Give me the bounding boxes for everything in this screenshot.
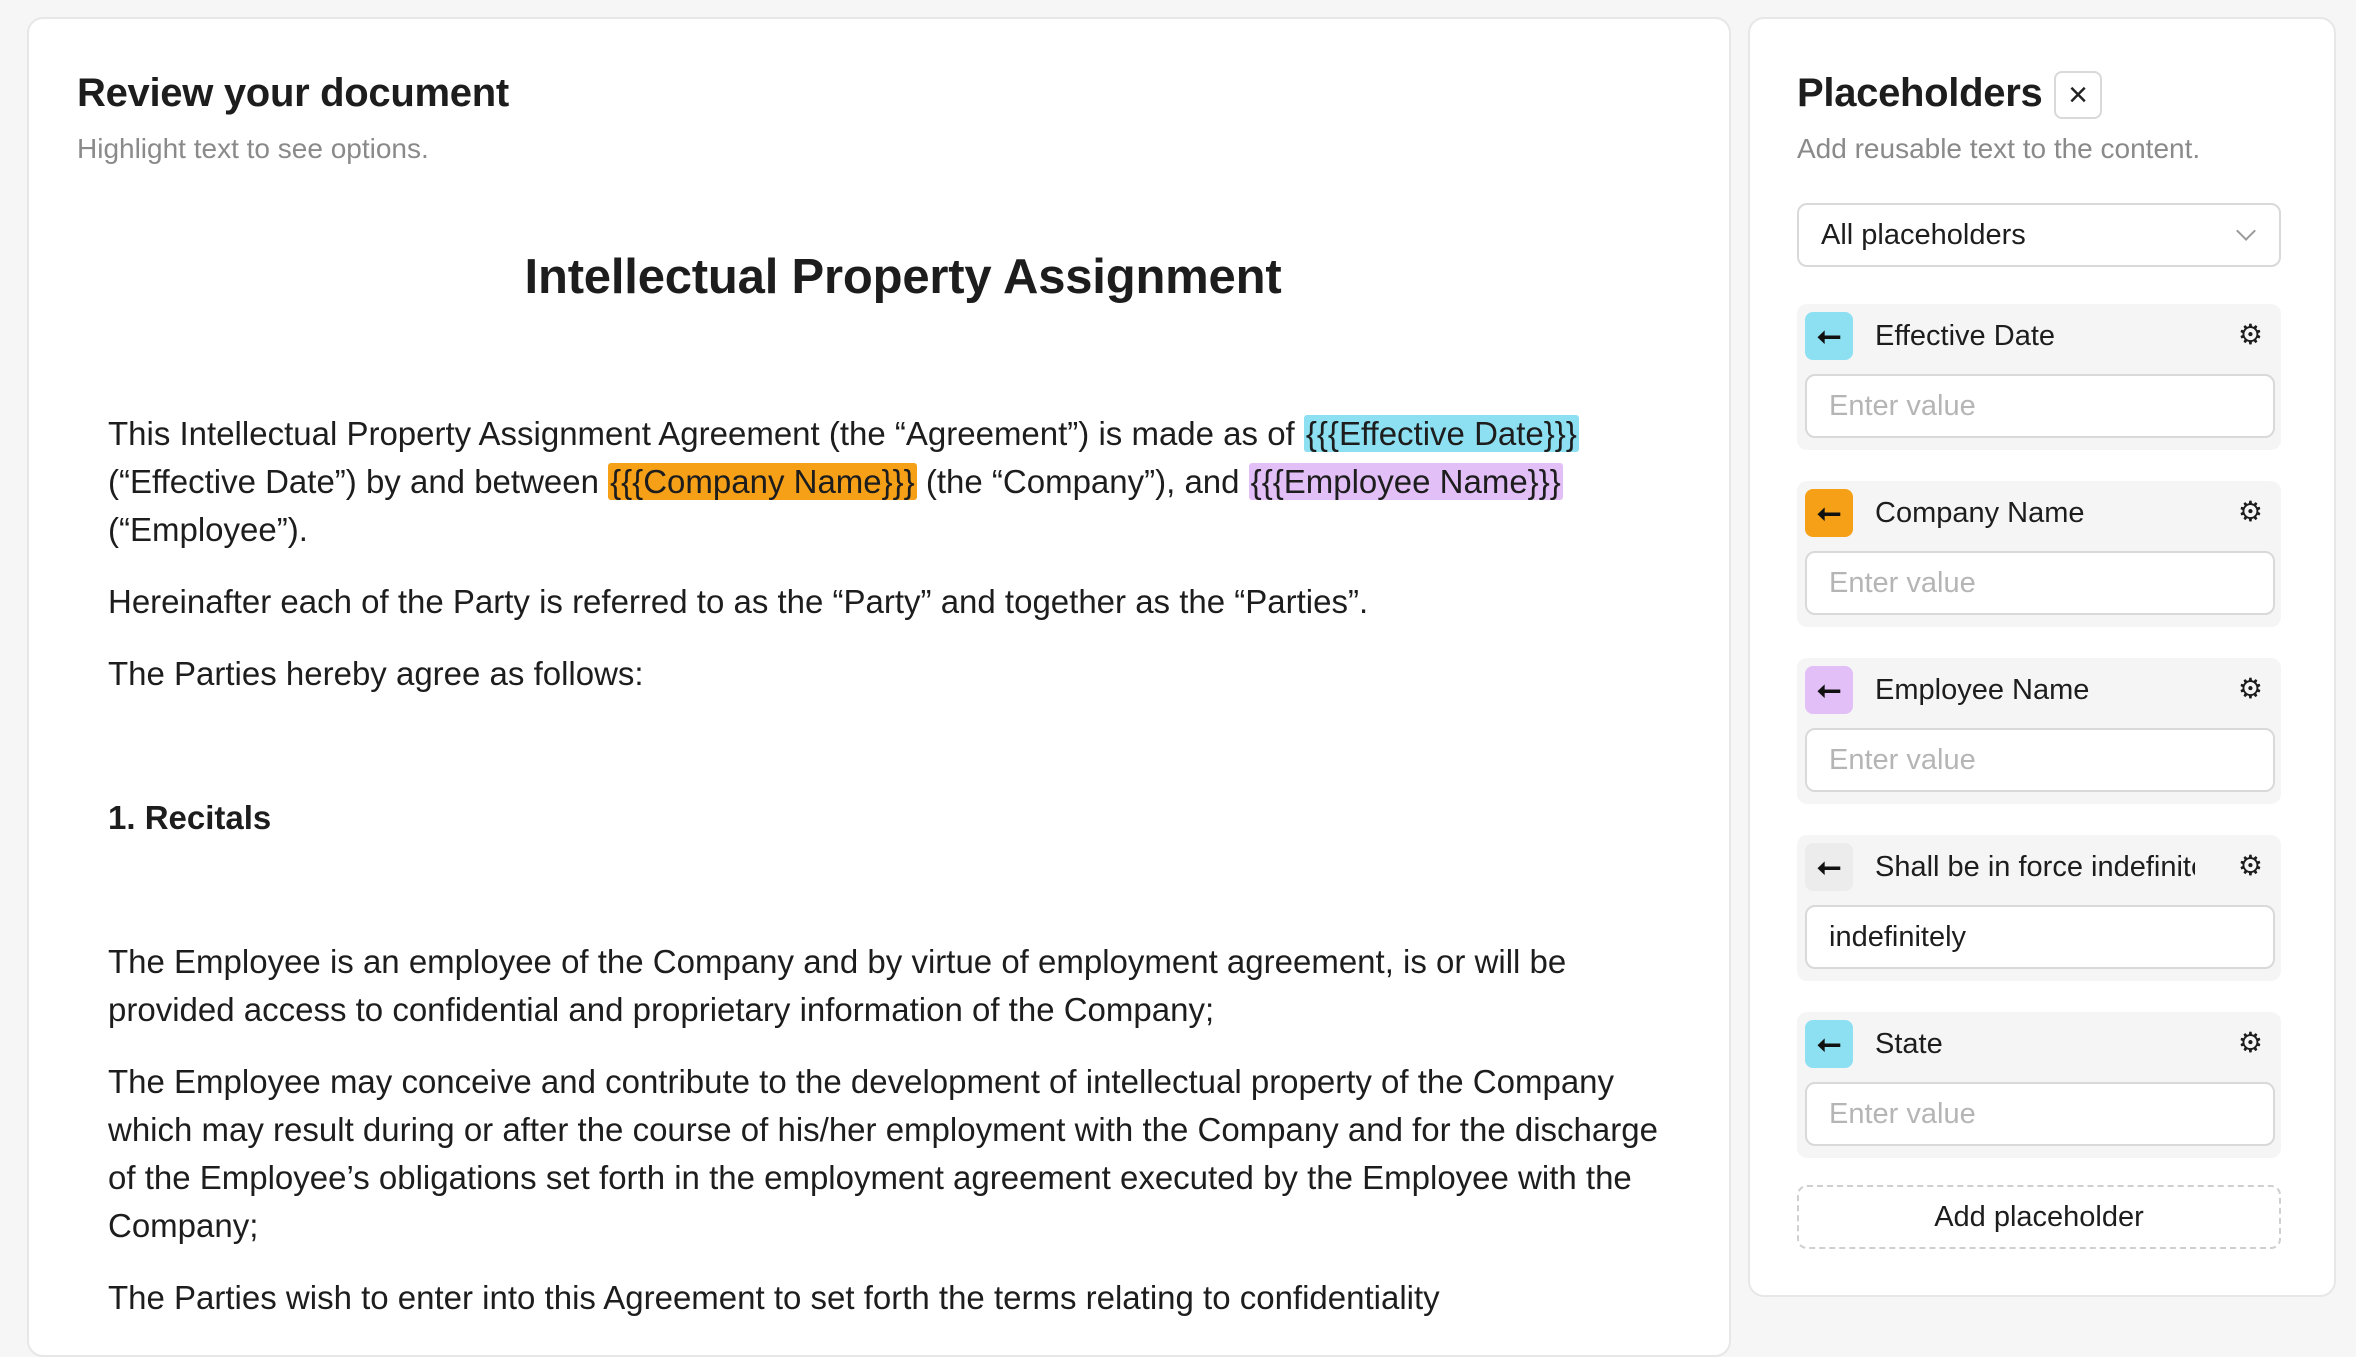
review-title: Review your document (77, 71, 509, 115)
gear-icon[interactable]: ⚙ (2238, 1026, 2263, 1059)
document-content[interactable]: Intellectual Property Assignment This In… (108, 249, 1688, 1322)
placeholder-card-company-name: ⭠ Company Name ⚙ (1797, 481, 2281, 627)
gear-icon[interactable]: ⚙ (2238, 672, 2263, 705)
placeholder-card-shall-be-in-force: ⭠ Shall be in force indefinitely ⚙ (1797, 835, 2281, 981)
placeholder-label: Shall be in force indefinitely (1875, 851, 2195, 883)
gear-icon[interactable]: ⚙ (2238, 318, 2263, 351)
section-heading-recitals: 1. Recitals (108, 799, 272, 836)
placeholder-card-employee-name: ⭠ Employee Name ⚙ (1797, 658, 2281, 804)
close-icon: × (2068, 76, 2088, 114)
paragraph-text: (“Effective Date”) by and between (108, 463, 609, 500)
placeholder-value-input[interactable] (1805, 728, 2275, 792)
paragraph-text: (“Employee”). (108, 511, 308, 548)
placeholder-token-employee-name[interactable]: {{{Employee Name}}} (1248, 463, 1563, 500)
placeholders-subtitle: Add reusable text to the content. (1797, 133, 2201, 164)
placeholder-card-effective-date: ⭠ Effective Date ⚙ (1797, 304, 2281, 450)
chevron-down-icon (2236, 221, 2256, 241)
add-placeholder-button[interactable]: Add placeholder (1797, 1185, 2281, 1249)
paragraph-parties: Hereinafter each of the Party is referre… (108, 583, 1369, 620)
close-button[interactable]: × (2054, 71, 2102, 119)
insert-arrow-icon[interactable]: ⭠ (1805, 1020, 1853, 1068)
placeholder-value-input[interactable] (1805, 905, 2275, 969)
placeholder-value-input[interactable] (1805, 1082, 2275, 1146)
placeholder-label: State (1875, 1028, 1943, 1060)
paragraph-text: This Intellectual Property Assignment Ag… (108, 415, 1304, 452)
placeholders-panel: Placeholders × Add reusable text to the … (1748, 17, 2336, 1297)
placeholder-token-company-name[interactable]: {{{Company Name}}} (608, 463, 917, 500)
insert-arrow-icon[interactable]: ⭠ (1805, 666, 1853, 714)
placeholder-value-input[interactable] (1805, 551, 2275, 615)
placeholder-card-state: ⭠ State ⚙ (1797, 1012, 2281, 1158)
paragraph-recital-2: The Employee may conceive and contribute… (108, 1063, 1658, 1244)
insert-arrow-icon[interactable]: ⭠ (1805, 843, 1853, 891)
paragraph-text: (the “Company”), and (916, 463, 1249, 500)
gear-icon[interactable]: ⚙ (2238, 849, 2263, 882)
placeholder-label: Employee Name (1875, 674, 2090, 706)
placeholder-label: Effective Date (1875, 320, 2056, 352)
placeholder-value-input[interactable] (1805, 374, 2275, 438)
placeholders-title: Placeholders (1797, 71, 2043, 115)
paragraph-recital-3: The Parties wish to enter into this Agre… (108, 1279, 1440, 1316)
placeholder-filter-value: All placeholders (1821, 218, 2026, 251)
paragraph-intro[interactable]: This Intellectual Property Assignment Ag… (108, 410, 1688, 554)
insert-arrow-icon[interactable]: ⭠ (1805, 489, 1853, 537)
insert-arrow-icon[interactable]: ⭠ (1805, 312, 1853, 360)
document-review-panel: Review your document Highlight text to s… (27, 17, 1731, 1357)
document-title: Intellectual Property Assignment (524, 250, 1282, 304)
review-subtitle: Highlight text to see options. (77, 133, 429, 164)
gear-icon[interactable]: ⚙ (2238, 495, 2263, 528)
placeholder-label: Company Name (1875, 497, 2085, 529)
placeholder-token-effective-date[interactable]: {{{Effective Date}}} (1303, 415, 1579, 452)
placeholder-filter-select[interactable]: All placeholders (1797, 203, 2281, 267)
paragraph-agree: The Parties hereby agree as follows: (108, 655, 644, 692)
paragraph-recital-1: The Employee is an employee of the Compa… (108, 943, 1567, 1028)
